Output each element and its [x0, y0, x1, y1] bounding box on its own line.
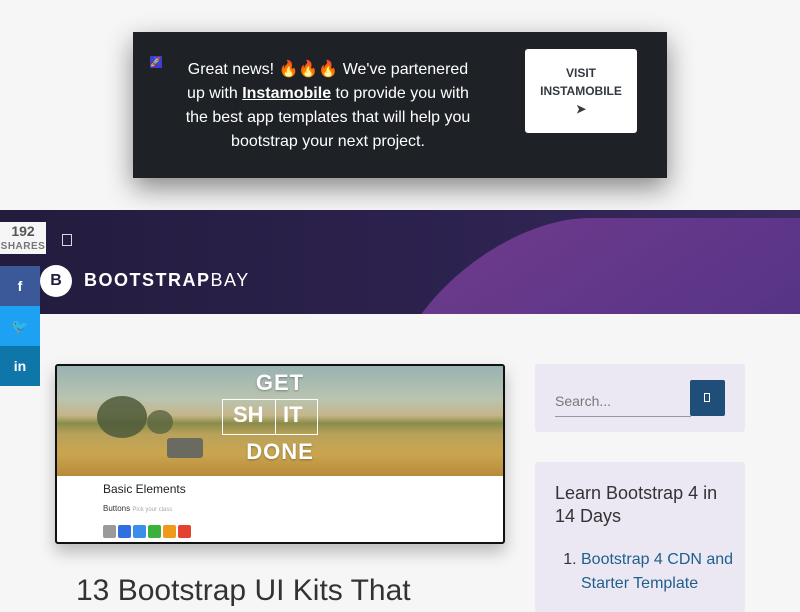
search-input[interactable] — [555, 386, 691, 417]
cta-line-1: VISIT — [565, 66, 596, 80]
search-widget — [535, 364, 745, 432]
arrow-icon: ➤ — [575, 102, 587, 116]
promo-message: Great news! 🔥🔥🔥 We've partenered up with… — [185, 58, 471, 154]
logo-icon[interactable]: B — [40, 265, 72, 297]
promo-text-1: Great news! — [187, 61, 279, 78]
button-swatch — [163, 525, 176, 538]
brand-bold: BOOTSTRAP — [84, 270, 211, 290]
headline-line-2b: IT — [283, 402, 303, 427]
fire-icon: 🔥🔥🔥 — [278, 61, 339, 78]
article-title[interactable]: 13 Bootstrap UI Kits That — [76, 574, 411, 608]
button-swatches — [103, 525, 193, 542]
headline-line-3: DONE — [246, 439, 314, 464]
instamobile-link[interactable]: Instamobile — [242, 85, 331, 102]
cta-line-2: INSTAMOBILE — [540, 84, 622, 98]
section-title: Basic Elements — [103, 482, 186, 496]
menu-toggle[interactable] — [62, 234, 72, 246]
button-swatch — [178, 525, 191, 538]
headline-line-1: GET — [255, 370, 305, 395]
learn-widget: Learn Bootstrap 4 in 14 Days Bootstrap 4… — [535, 462, 745, 612]
linkedin-share-button[interactable]: in — [0, 346, 40, 386]
tree-graphic — [147, 410, 173, 434]
learn-title: Learn Bootstrap 4 in 14 Days — [555, 483, 718, 526]
search-icon — [704, 393, 710, 402]
visit-instamobile-button[interactable]: VISIT INSTAMOBILE ➤ — [525, 49, 637, 133]
headline-line-2a: SH — [233, 402, 264, 427]
brand-name[interactable]: BOOTSTRAPBAY — [84, 270, 250, 291]
headline-box: SH IT — [222, 399, 318, 435]
rocket-icon: 🚀 — [150, 56, 162, 68]
buttons-label: Buttons Pick your class — [103, 504, 172, 513]
featured-image: GET SH IT DONE — [57, 366, 503, 476]
promo-banner: 🚀 Great news! 🔥🔥🔥 We've partenered up wi… — [133, 32, 667, 178]
divider — [275, 400, 276, 434]
share-count-label: SHARES — [0, 241, 46, 252]
facebook-share-button[interactable]: f — [0, 266, 40, 306]
button-swatch — [103, 525, 116, 538]
share-count-number: 192 — [11, 223, 35, 239]
button-swatch — [133, 525, 146, 538]
twitter-share-button[interactable]: 🐦 — [0, 306, 40, 346]
buttons-label-text: Buttons — [103, 504, 131, 513]
share-count: 192 SHARES — [0, 222, 46, 254]
site-header: B BOOTSTRAPBAY — [0, 210, 800, 314]
buttons-hint: Pick your class — [132, 507, 173, 513]
button-swatch — [118, 525, 131, 538]
featured-image-card[interactable]: GET SH IT DONE Basic Elements Buttons Pi… — [55, 364, 505, 544]
learn-list: Bootstrap 4 CDN and Starter Template — [563, 548, 741, 596]
search-button[interactable] — [690, 380, 725, 416]
learn-link[interactable]: Bootstrap 4 CDN and Starter Template — [581, 551, 733, 592]
button-swatch — [148, 525, 161, 538]
list-item: Bootstrap 4 CDN and Starter Template — [581, 548, 741, 596]
brand-light: BAY — [210, 270, 250, 290]
header-decoration — [331, 218, 800, 314]
tree-graphic — [97, 396, 147, 438]
